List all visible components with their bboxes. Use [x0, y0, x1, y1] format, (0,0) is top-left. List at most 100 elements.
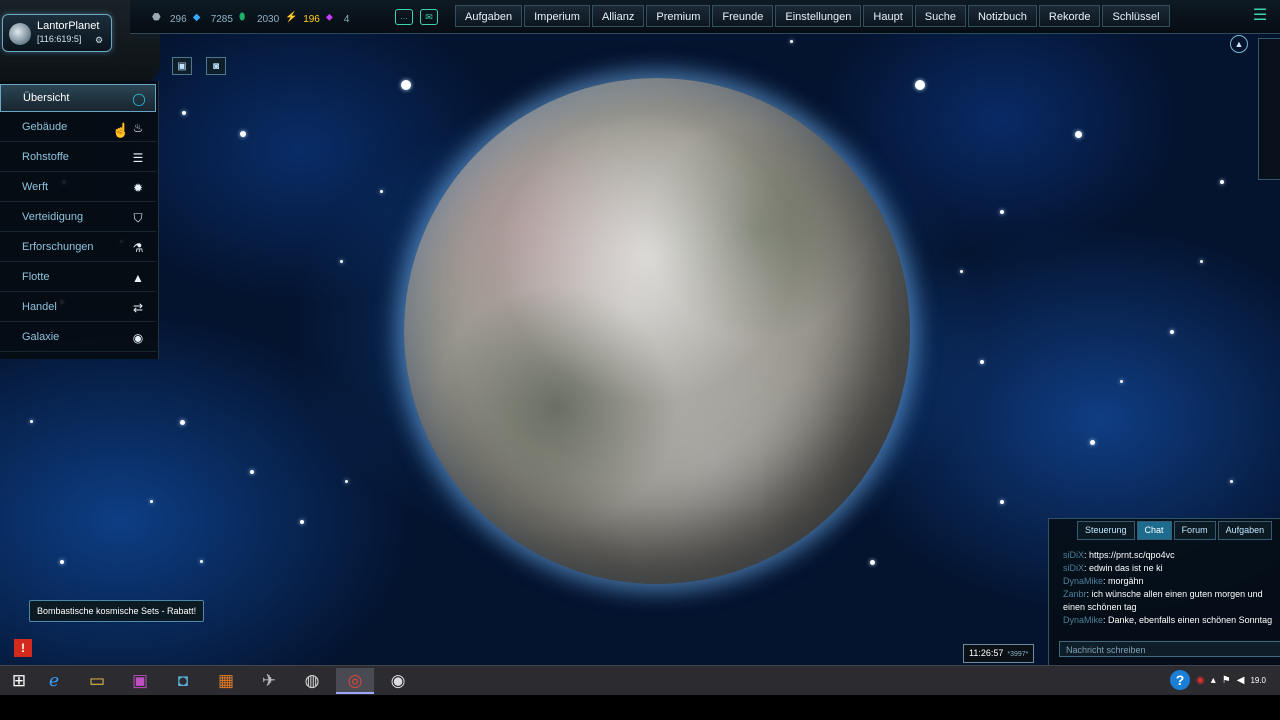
resource-crystal[interactable]: ◆ 7285: [193, 12, 233, 26]
obs-icon[interactable]: ◉: [379, 668, 417, 694]
star: [200, 560, 203, 563]
windows-start-icon[interactable]: ⊞: [0, 668, 38, 694]
internet-explorer-icon[interactable]: ℯ: [35, 668, 73, 694]
nav-imperium[interactable]: Imperium: [524, 5, 590, 27]
sidebar-item-research[interactable]: Erforschungen ⚗: [0, 234, 156, 262]
nav-einstellungen[interactable]: Einstellungen: [775, 5, 862, 27]
messages-icon[interactable]: …: [395, 9, 413, 25]
sidebar-item-shipyard[interactable]: Werft ✹: [0, 174, 156, 202]
planet-view[interactable]: [404, 78, 910, 584]
star: [401, 80, 411, 90]
view-toggle-button-2[interactable]: ◙: [206, 57, 226, 75]
chat-message: siDiX: https://prnt.sc/qpo4vc: [1063, 549, 1278, 562]
paint-app-icon[interactable]: ▦: [207, 668, 245, 694]
alert-icon[interactable]: !: [14, 639, 32, 657]
chat-username[interactable]: DynaMike: [1063, 615, 1103, 625]
star: [150, 500, 153, 503]
star: [1000, 500, 1004, 504]
chat-username[interactable]: siDiX: [1063, 563, 1084, 573]
star: [980, 360, 984, 364]
chat-text: ich wünsche allen einen guten morgen und…: [1063, 589, 1263, 612]
chat-messages: siDiX: https://prnt.sc/qpo4vc siDiX: edwi…: [1063, 549, 1278, 627]
nav-suche[interactable]: Suche: [914, 5, 966, 27]
volume-icon[interactable]: ◀: [1237, 675, 1245, 686]
chat-username[interactable]: Zanbr: [1063, 589, 1087, 599]
nav-rekorde[interactable]: Rekorde: [1038, 5, 1101, 27]
mail-icon[interactable]: ✉: [420, 9, 438, 25]
research-icon: ⚗: [132, 241, 144, 255]
chat-message: DynaMike: Danke, ebenfalls einen schönen…: [1063, 614, 1278, 627]
resource-energy[interactable]: ⚡ 196: [285, 12, 320, 26]
chat-tab-forum[interactable]: Forum: [1173, 521, 1216, 540]
star: [250, 470, 254, 474]
chat-text: Danke, ebenfalls einen schönen Sonntag: [1108, 615, 1273, 625]
clock-time: 11:26:57: [969, 648, 1004, 658]
nav-haupt[interactable]: Haupt: [863, 5, 913, 27]
chat-username[interactable]: siDiX: [1063, 550, 1084, 560]
nav-schlüssel[interactable]: Schlüssel: [1102, 5, 1170, 27]
sidebar-item-galaxy[interactable]: Galaxie ◉: [0, 324, 156, 352]
chrome-icon[interactable]: ◎: [336, 668, 374, 694]
nav-freunde[interactable]: Freunde: [712, 5, 774, 27]
chat-tabs: Steuerung Chat Forum Aufgaben: [1077, 521, 1273, 540]
tray-date: 19.0: [1250, 675, 1267, 685]
sidebar-item-resources[interactable]: Rohstoffe ☰: [0, 144, 156, 172]
nav-notizbuch[interactable]: Notizbuch: [967, 5, 1037, 27]
chat-input[interactable]: Nachricht schreiben: [1059, 641, 1280, 657]
sidebar-item-overview[interactable]: Übersicht ◯: [0, 84, 156, 112]
sidebar: Übersicht ◯ Gebäude ♨ Rohstoffe ☰ Werft ✹ Vertei…: [0, 81, 159, 359]
star: [1200, 260, 1203, 263]
help-icon[interactable]: ?: [1170, 670, 1190, 690]
resource-metal[interactable]: ⬣ 296: [152, 12, 187, 26]
server-clock: 11:26:57 *3997*: [963, 644, 1035, 663]
star: [180, 420, 185, 425]
chat-message: siDiX: edwin das ist ne ki: [1063, 562, 1278, 575]
chat-username[interactable]: DynaMike: [1063, 576, 1103, 586]
promo-banner[interactable]: Bombastische kosmische Sets - Rabatt!: [29, 600, 205, 622]
game-app-icon[interactable]: ✈: [250, 668, 288, 694]
star: [340, 260, 343, 263]
chat-tab-chat[interactable]: Chat: [1136, 521, 1172, 540]
crystal-icon: ◆: [192, 12, 201, 23]
tray-arrow-icon[interactable]: ▴: [1211, 675, 1216, 686]
resource-dark-matter[interactable]: ⬥ 4: [326, 12, 350, 26]
sidebar-item-shield[interactable]: Verteidigung ⛉: [0, 204, 156, 232]
chat-panel: Steuerung Chat Forum Aufgaben siDiX: https:…: [1048, 518, 1280, 667]
sidebar-item-label: Galaxie: [22, 331, 60, 343]
nav-allianz[interactable]: Allianz: [591, 5, 645, 27]
chat-tab-aufgaben[interactable]: Aufgaben: [1217, 521, 1273, 540]
chat-tab-steuerung[interactable]: Steuerung: [1077, 521, 1135, 540]
sidebar-item-label: Flotte: [22, 271, 50, 283]
sidebar-item-label: Rohstoffe: [22, 151, 69, 163]
antivirus-icon[interactable]: ◉: [1196, 675, 1205, 686]
compass-icon[interactable]: ▲: [1230, 35, 1248, 53]
media-app-icon[interactable]: ▣: [121, 668, 159, 694]
resource-value: 196: [303, 13, 320, 25]
hamburger-menu-icon[interactable]: ☰: [1250, 6, 1270, 26]
palette-app-icon[interactable]: ◍: [293, 668, 331, 694]
file-explorer-icon[interactable]: ▭: [78, 668, 116, 694]
fleet-icon: ▲: [132, 271, 144, 285]
dark-matter-icon: ⬥: [325, 12, 333, 23]
nav-aufgaben[interactable]: Aufgaben: [455, 5, 523, 27]
flag-icon[interactable]: ⚑: [1222, 675, 1231, 686]
planet-selector[interactable]: LantorPlanet [116:619:5] ⚙: [2, 14, 112, 52]
sidebar-item-label: Erforschungen: [22, 241, 94, 253]
star: [915, 80, 925, 90]
sidebar-item-buildings[interactable]: Gebäude ♨: [0, 114, 156, 142]
sidebar-item-label: Verteidigung: [22, 211, 84, 223]
view-toggle-button-1[interactable]: ▣: [172, 57, 192, 75]
camera-app-icon[interactable]: ◘: [164, 668, 202, 694]
sidebar-item-trade[interactable]: Handel ⇄: [0, 294, 156, 322]
right-side-panel[interactable]: [1258, 38, 1280, 180]
star: [1120, 380, 1123, 383]
nav-premium[interactable]: Premium: [646, 5, 711, 27]
sidebar-item-fleet[interactable]: Flotte ▲: [0, 264, 156, 292]
chat-text: edwin das ist ne ki: [1089, 563, 1163, 573]
chat-text: https://prnt.sc/qpo4vc: [1089, 550, 1175, 560]
main-nav: Aufgaben Imperium Allianz Premium Freunde Ein…: [455, 5, 1170, 27]
planet-thumbnail: [9, 23, 31, 45]
planet-settings-icon[interactable]: ⚙: [95, 35, 103, 46]
planet-coords: [116:619:5]: [37, 34, 82, 44]
resource-deuterium[interactable]: ⬮ 2030: [239, 12, 279, 26]
